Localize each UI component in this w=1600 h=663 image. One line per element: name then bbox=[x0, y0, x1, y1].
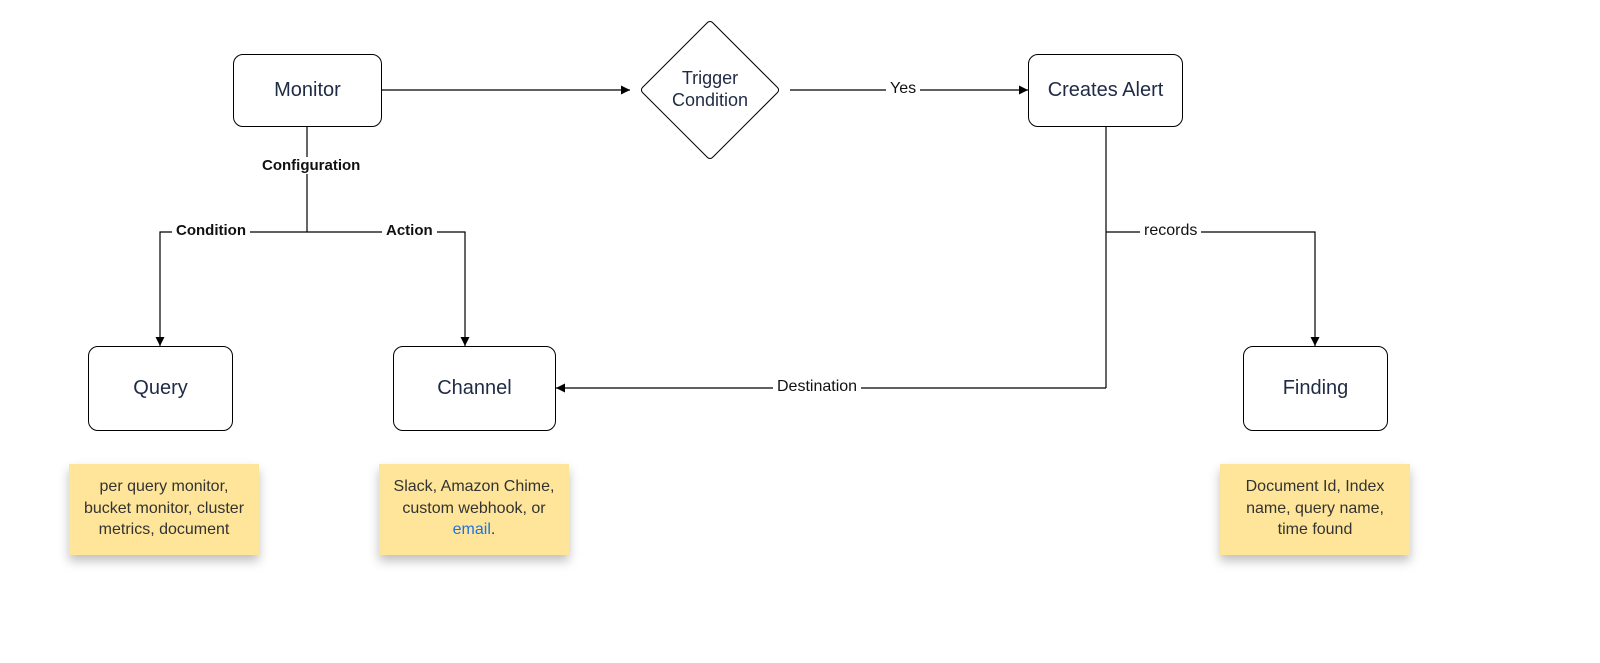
edge-label-yes: Yes bbox=[886, 80, 920, 98]
node-creates-alert: Creates Alert bbox=[1028, 54, 1183, 127]
note-finding: Document Id, Index name, query name, tim… bbox=[1220, 464, 1410, 555]
node-finding: Finding bbox=[1243, 346, 1388, 431]
edge-label-condition: Condition bbox=[172, 222, 250, 239]
node-channel: Channel bbox=[393, 346, 556, 431]
edge-label-configuration: Configuration bbox=[258, 157, 364, 174]
edge-alert-to-finding bbox=[1106, 232, 1315, 346]
node-trigger-condition-label: Trigger Condition bbox=[672, 68, 748, 111]
node-trigger-condition: Trigger Condition bbox=[630, 28, 790, 152]
note-query: per query monitor, bucket monitor, clust… bbox=[69, 464, 259, 555]
note-finding-text: Document Id, Index name, query name, tim… bbox=[1246, 478, 1385, 538]
note-channel-text-after: . bbox=[491, 521, 495, 538]
node-query-label: Query bbox=[133, 376, 187, 401]
note-query-text: per query monitor, bucket monitor, clust… bbox=[84, 478, 244, 538]
edge-config-to-query bbox=[160, 232, 307, 346]
node-finding-label: Finding bbox=[1283, 376, 1349, 401]
node-monitor-label: Monitor bbox=[274, 78, 341, 103]
node-query: Query bbox=[88, 346, 233, 431]
note-channel-email-link[interactable]: email bbox=[453, 521, 491, 538]
node-monitor: Monitor bbox=[233, 54, 382, 127]
node-channel-label: Channel bbox=[437, 376, 512, 401]
edge-config-to-channel bbox=[307, 232, 465, 346]
edge-label-destination: Destination bbox=[773, 378, 861, 396]
edge-label-records: records bbox=[1140, 222, 1201, 240]
node-creates-alert-label: Creates Alert bbox=[1048, 78, 1164, 103]
note-channel: Slack, Amazon Chime, custom webhook, or … bbox=[379, 464, 569, 555]
note-channel-text-before: Slack, Amazon Chime, custom webhook, or bbox=[394, 478, 555, 517]
edge-label-action: Action bbox=[382, 222, 437, 239]
